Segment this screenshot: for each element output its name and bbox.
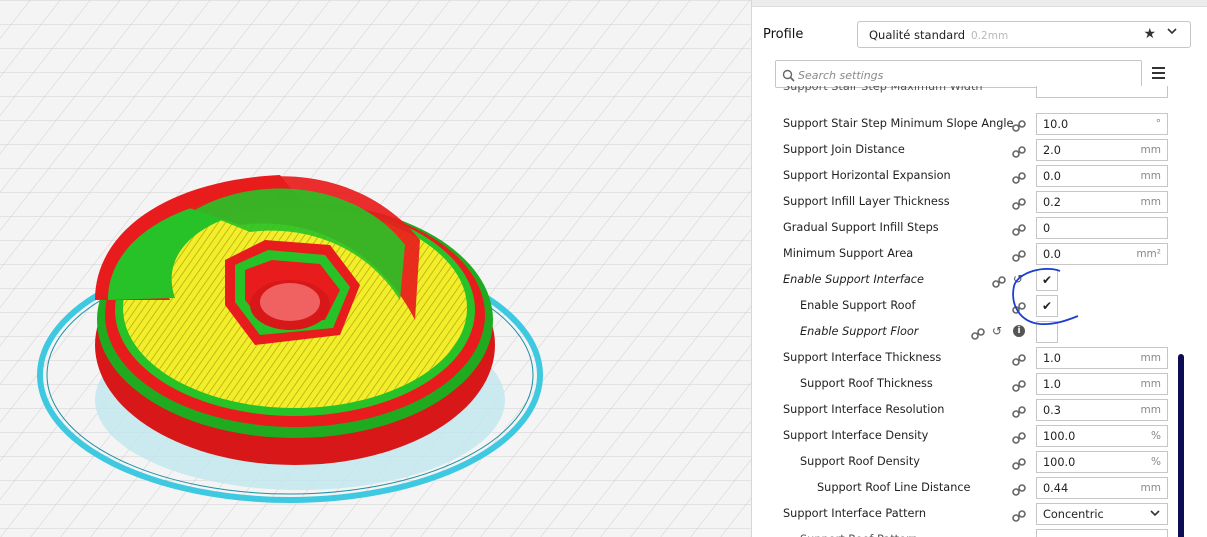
setting-label: Support Interface Density	[783, 429, 929, 442]
profile-dropdown[interactable]: Qualité standard 0.2mm ★	[857, 21, 1191, 48]
settings-row-cut: Support Stair Step Maximum Width	[752, 86, 1192, 100]
enable-support-floor-checkbox[interactable]	[1036, 321, 1058, 343]
value-field[interactable]	[1036, 86, 1168, 98]
value-field[interactable]: 0.44 mm	[1036, 477, 1168, 499]
chevron-down-icon	[1149, 508, 1161, 521]
settings-row: Support Join Distance 2.0 mm	[752, 137, 1192, 163]
chevron-down-icon[interactable]	[1166, 25, 1178, 41]
link-icon[interactable]	[1012, 299, 1026, 318]
info-icon[interactable]: i	[1013, 325, 1025, 337]
profile-layer-height: 0.2mm	[971, 30, 1009, 42]
hamburger-menu-icon[interactable]	[1152, 67, 1165, 82]
value-field[interactable]: 1.0 mm	[1036, 373, 1168, 395]
setting-label: Enable Support Floor	[800, 325, 919, 338]
value-field[interactable]: 0.2 mm	[1036, 191, 1168, 213]
link-icon[interactable]	[1012, 247, 1026, 266]
link-icon[interactable]	[1012, 143, 1026, 162]
setting-label: Support Join Distance	[783, 143, 905, 156]
value-field[interactable]: 2.0 mm	[1036, 139, 1168, 161]
settings-row: Support Interface Resolution 0.3 mm	[752, 397, 1192, 423]
settings-row: Enable Support Interface ↺ ✔	[752, 267, 1192, 293]
setting-label: Support Interface Resolution	[783, 403, 945, 416]
value-field[interactable]: 0.0 mm	[1036, 165, 1168, 187]
settings-row: Support Infill Layer Thickness 0.2 mm	[752, 189, 1192, 215]
link-icon[interactable]	[1012, 481, 1026, 500]
settings-row: Support Horizontal Expansion 0.0 mm	[752, 163, 1192, 189]
settings-row: Gradual Support Infill Steps 0	[752, 215, 1192, 241]
settings-row: Support Interface Thickness 1.0 mm	[752, 345, 1192, 371]
settings-row: Support Roof Line Distance 0.44 mm	[752, 475, 1192, 501]
settings-row: Support Roof Density 100.0%	[752, 449, 1192, 475]
settings-row: Support Interface Density 100.0%	[752, 423, 1192, 449]
link-icon[interactable]	[1012, 403, 1026, 422]
link-icon[interactable]	[1012, 351, 1026, 370]
setting-label: Support Infill Layer Thickness	[783, 195, 950, 208]
pattern-dropdown[interactable]: Concentric	[1036, 503, 1168, 525]
value-field[interactable]	[1036, 529, 1168, 537]
panel-top-strip	[752, 0, 1207, 7]
setting-label: Support Interface Pattern	[783, 507, 927, 520]
link-icon[interactable]	[1012, 117, 1026, 136]
settings-row: Enable Support Floor ↺ i	[752, 319, 1192, 345]
search-icon	[782, 67, 795, 86]
value-field[interactable]: 100.0%	[1036, 425, 1168, 447]
link-icon[interactable]	[1012, 429, 1026, 448]
settings-row: Enable Support Roof ✔	[752, 293, 1192, 319]
profile-name: Qualité standard 0.2mm	[869, 28, 1009, 42]
value-field[interactable]: 0.3 mm	[1036, 399, 1168, 421]
setting-label: Support Roof Line Distance	[817, 481, 971, 494]
profile-label: Profile	[763, 27, 804, 42]
setting-label: Support Stair Step Minimum Slope Angle	[783, 117, 1014, 130]
settings-row: Support Stair Step Minimum Slope Angle 1…	[752, 111, 1192, 137]
settings-list: Support Stair Step Maximum Width Support…	[752, 86, 1192, 537]
value-field[interactable]: 10.0 °	[1036, 113, 1168, 135]
setting-label: Support Interface Thickness	[783, 351, 942, 364]
value-field[interactable]: 1.0 mm	[1036, 347, 1168, 369]
value-field[interactable]: 0	[1036, 217, 1168, 239]
settings-row: Support Interface Pattern Concentric	[752, 501, 1192, 527]
value-field[interactable]: 0.0 mm²	[1036, 243, 1168, 265]
setting-label: Support Horizontal Expansion	[783, 169, 951, 182]
setting-label: Minimum Support Area	[783, 247, 914, 260]
build-plate-grid	[0, 0, 751, 537]
star-icon[interactable]: ★	[1143, 26, 1156, 42]
setting-label: Support Roof Density	[800, 455, 920, 468]
setting-label: Gradual Support Infill Steps	[783, 221, 939, 234]
link-icon[interactable]	[1012, 455, 1026, 474]
link-icon[interactable]	[1012, 507, 1026, 526]
setting-label: Support Roof Thickness	[800, 377, 933, 390]
link-icon[interactable]	[992, 273, 1006, 292]
print-settings-panel: Profile Qualité standard0.2mm ★ Support …	[751, 0, 1207, 537]
settings-row: Minimum Support Area 0.0 mm²	[752, 241, 1192, 267]
link-icon[interactable]	[1012, 377, 1026, 396]
search-input[interactable]	[796, 65, 1130, 85]
setting-label: Enable Support Interface	[783, 273, 924, 286]
link-icon[interactable]	[1012, 195, 1026, 214]
reset-icon[interactable]: ↺	[1013, 272, 1023, 286]
link-icon[interactable]	[971, 325, 985, 344]
scrollbar-thumb[interactable]	[1178, 354, 1184, 537]
value-field[interactable]: 100.0%	[1036, 451, 1168, 473]
settings-row: Support Roof Thickness 1.0 mm	[752, 371, 1192, 397]
enable-support-roof-checkbox[interactable]: ✔	[1036, 295, 1058, 317]
search-box[interactable]	[775, 60, 1142, 88]
link-icon[interactable]	[1012, 169, 1026, 188]
settings-row-cut: Support Roof Pattern	[752, 527, 1192, 537]
reset-icon[interactable]: ↺	[992, 324, 1002, 338]
link-icon[interactable]	[1012, 221, 1026, 240]
enable-support-interface-checkbox[interactable]: ✔	[1036, 269, 1058, 291]
setting-label: Enable Support Roof	[800, 299, 916, 312]
3d-viewport[interactable]	[0, 0, 751, 537]
